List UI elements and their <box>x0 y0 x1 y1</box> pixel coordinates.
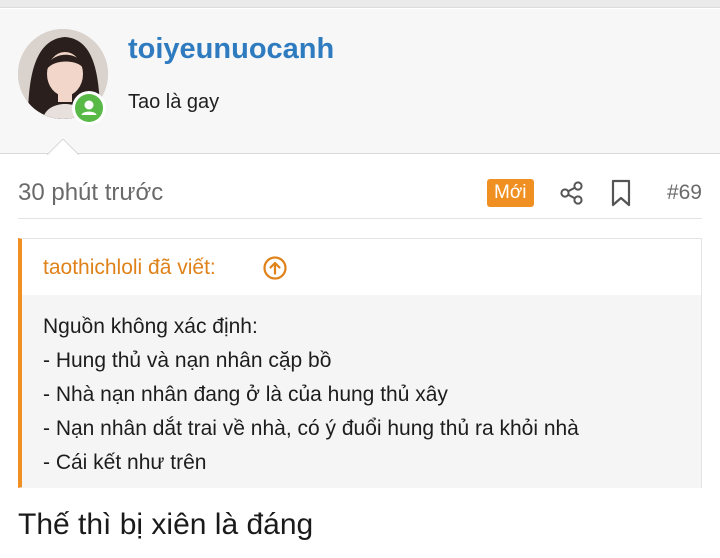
online-status-icon <box>72 91 106 125</box>
new-badge: Mới <box>487 179 534 207</box>
quote-line: - Hung thủ và nạn nhân cặp bồ <box>43 349 332 372</box>
post-meta-row: 30 phút trước Mới #69 <box>18 165 702 219</box>
share-icon[interactable] <box>558 179 586 207</box>
post-number-link[interactable]: #69 <box>667 181 702 205</box>
post-time[interactable]: 30 phút trước <box>18 179 163 207</box>
top-strip <box>0 0 720 8</box>
bookmark-icon[interactable] <box>609 178 633 208</box>
username-link[interactable]: toiyeunuocanh <box>128 33 334 66</box>
quote-line: - Nạn nhân dắt trai về nhà, có ý đuổi hu… <box>43 417 579 440</box>
post-caret <box>47 139 79 155</box>
quote-author-link[interactable]: taothichloli đã viết: <box>43 256 216 280</box>
arrow-up-circle-icon[interactable] <box>262 255 288 281</box>
quote-body: Nguồn không xác định: - Hung thủ và nạn … <box>22 295 701 488</box>
quote-header: taothichloli đã viết: <box>22 239 701 295</box>
user-icon <box>81 100 97 115</box>
user-header: toiyeunuocanh Tao là gay <box>0 9 720 154</box>
quote-line: - Cái kết như trên <box>43 451 207 474</box>
quote-block: taothichloli đã viết: Nguồn không xác đị… <box>18 238 702 488</box>
reply-text: Thế thì bị xiên là đáng <box>18 508 314 541</box>
quote-line: Nguồn không xác định: <box>43 315 258 338</box>
user-title: Tao là gay <box>128 91 220 113</box>
quote-line: - Nhà nạn nhân đang ở là của hung thủ xâ… <box>43 383 448 406</box>
